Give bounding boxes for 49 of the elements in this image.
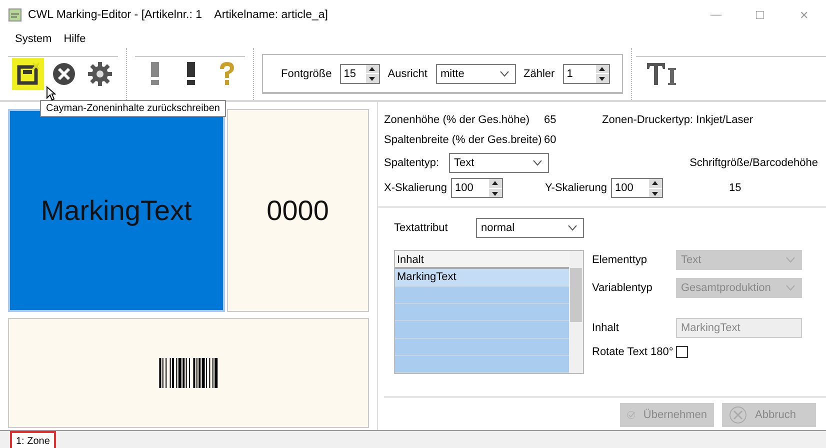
scrollbar[interactable]	[569, 251, 583, 373]
zone-tab[interactable]: 1: Zone	[10, 431, 56, 448]
app-icon	[8, 8, 22, 22]
counter-spinner[interactable]: 1	[562, 64, 610, 84]
variable-type-label: Variablentyp	[592, 282, 654, 294]
caret-icon	[786, 285, 795, 291]
toolbar-button[interactable]	[12, 58, 44, 90]
window-title: CWL Marking-Editor - [Artikelnr.: 1 Artikelname: article_a]	[28, 9, 329, 21]
font-size-spinner[interactable]: 15	[340, 64, 380, 84]
tooltip: Cayman-Zoneninhalte zurückschreiben	[40, 100, 226, 117]
close-icon	[52, 62, 76, 86]
zone[interactable]: 0000	[226, 109, 369, 312]
field-label: Zonenhöhe (% der Ges.höhe)	[384, 114, 531, 126]
text-attribute-dropdown[interactable]: normal	[476, 218, 584, 238]
zone[interactable]	[8, 318, 369, 428]
text-format-icon[interactable]	[646, 61, 678, 87]
x-scale-label: X-Skalierung	[384, 182, 447, 194]
column-header: Inhalt	[395, 251, 569, 269]
alignment-label: Ausricht	[388, 68, 428, 80]
menu-item[interactable]: Hilfe	[64, 33, 86, 45]
caret-icon	[533, 160, 542, 166]
checkbox[interactable]	[676, 346, 688, 358]
caret-icon	[500, 70, 508, 76]
y-scale-spinner[interactable]: 100	[610, 178, 663, 198]
printer-type-text: Zonen-Druckertyp: Inkjet/Laser	[602, 114, 754, 126]
field-value: 65	[544, 114, 558, 126]
text-attribute-label: Textattribut	[394, 222, 446, 234]
size-value: 15	[728, 182, 742, 194]
element-type-label: Elementtyp	[592, 254, 648, 266]
x-scale-spinner[interactable]: 100	[450, 178, 503, 198]
zone-text: 0000	[266, 194, 329, 227]
size-label: Schriftgröße/Barcodehöhe	[690, 157, 818, 169]
field-value: 60	[544, 134, 558, 146]
menu-item[interactable]: System	[15, 33, 52, 45]
y-scale-label: Y-Skalierung	[544, 182, 607, 194]
caret-icon	[568, 225, 577, 231]
alignment-dropdown[interactable]: mitte	[436, 64, 516, 84]
field-label: Spaltenbreite (% der Ges.breite)	[384, 134, 543, 146]
font-size-label: Fontgröße	[281, 68, 332, 80]
zone-text: MarkingText	[40, 194, 192, 227]
rotate-label: Rotate Text 180°	[592, 346, 674, 358]
column-type-label: Spaltentyp:	[384, 157, 440, 169]
content-label: Inhalt	[592, 322, 620, 334]
list-item[interactable]: MarkingText	[395, 269, 569, 287]
counter-label: Zähler	[524, 68, 555, 80]
cancel-icon	[729, 406, 747, 424]
caret-icon	[786, 257, 795, 263]
save-icon	[16, 62, 40, 86]
column-type-dropdown[interactable]: Text	[449, 153, 550, 173]
